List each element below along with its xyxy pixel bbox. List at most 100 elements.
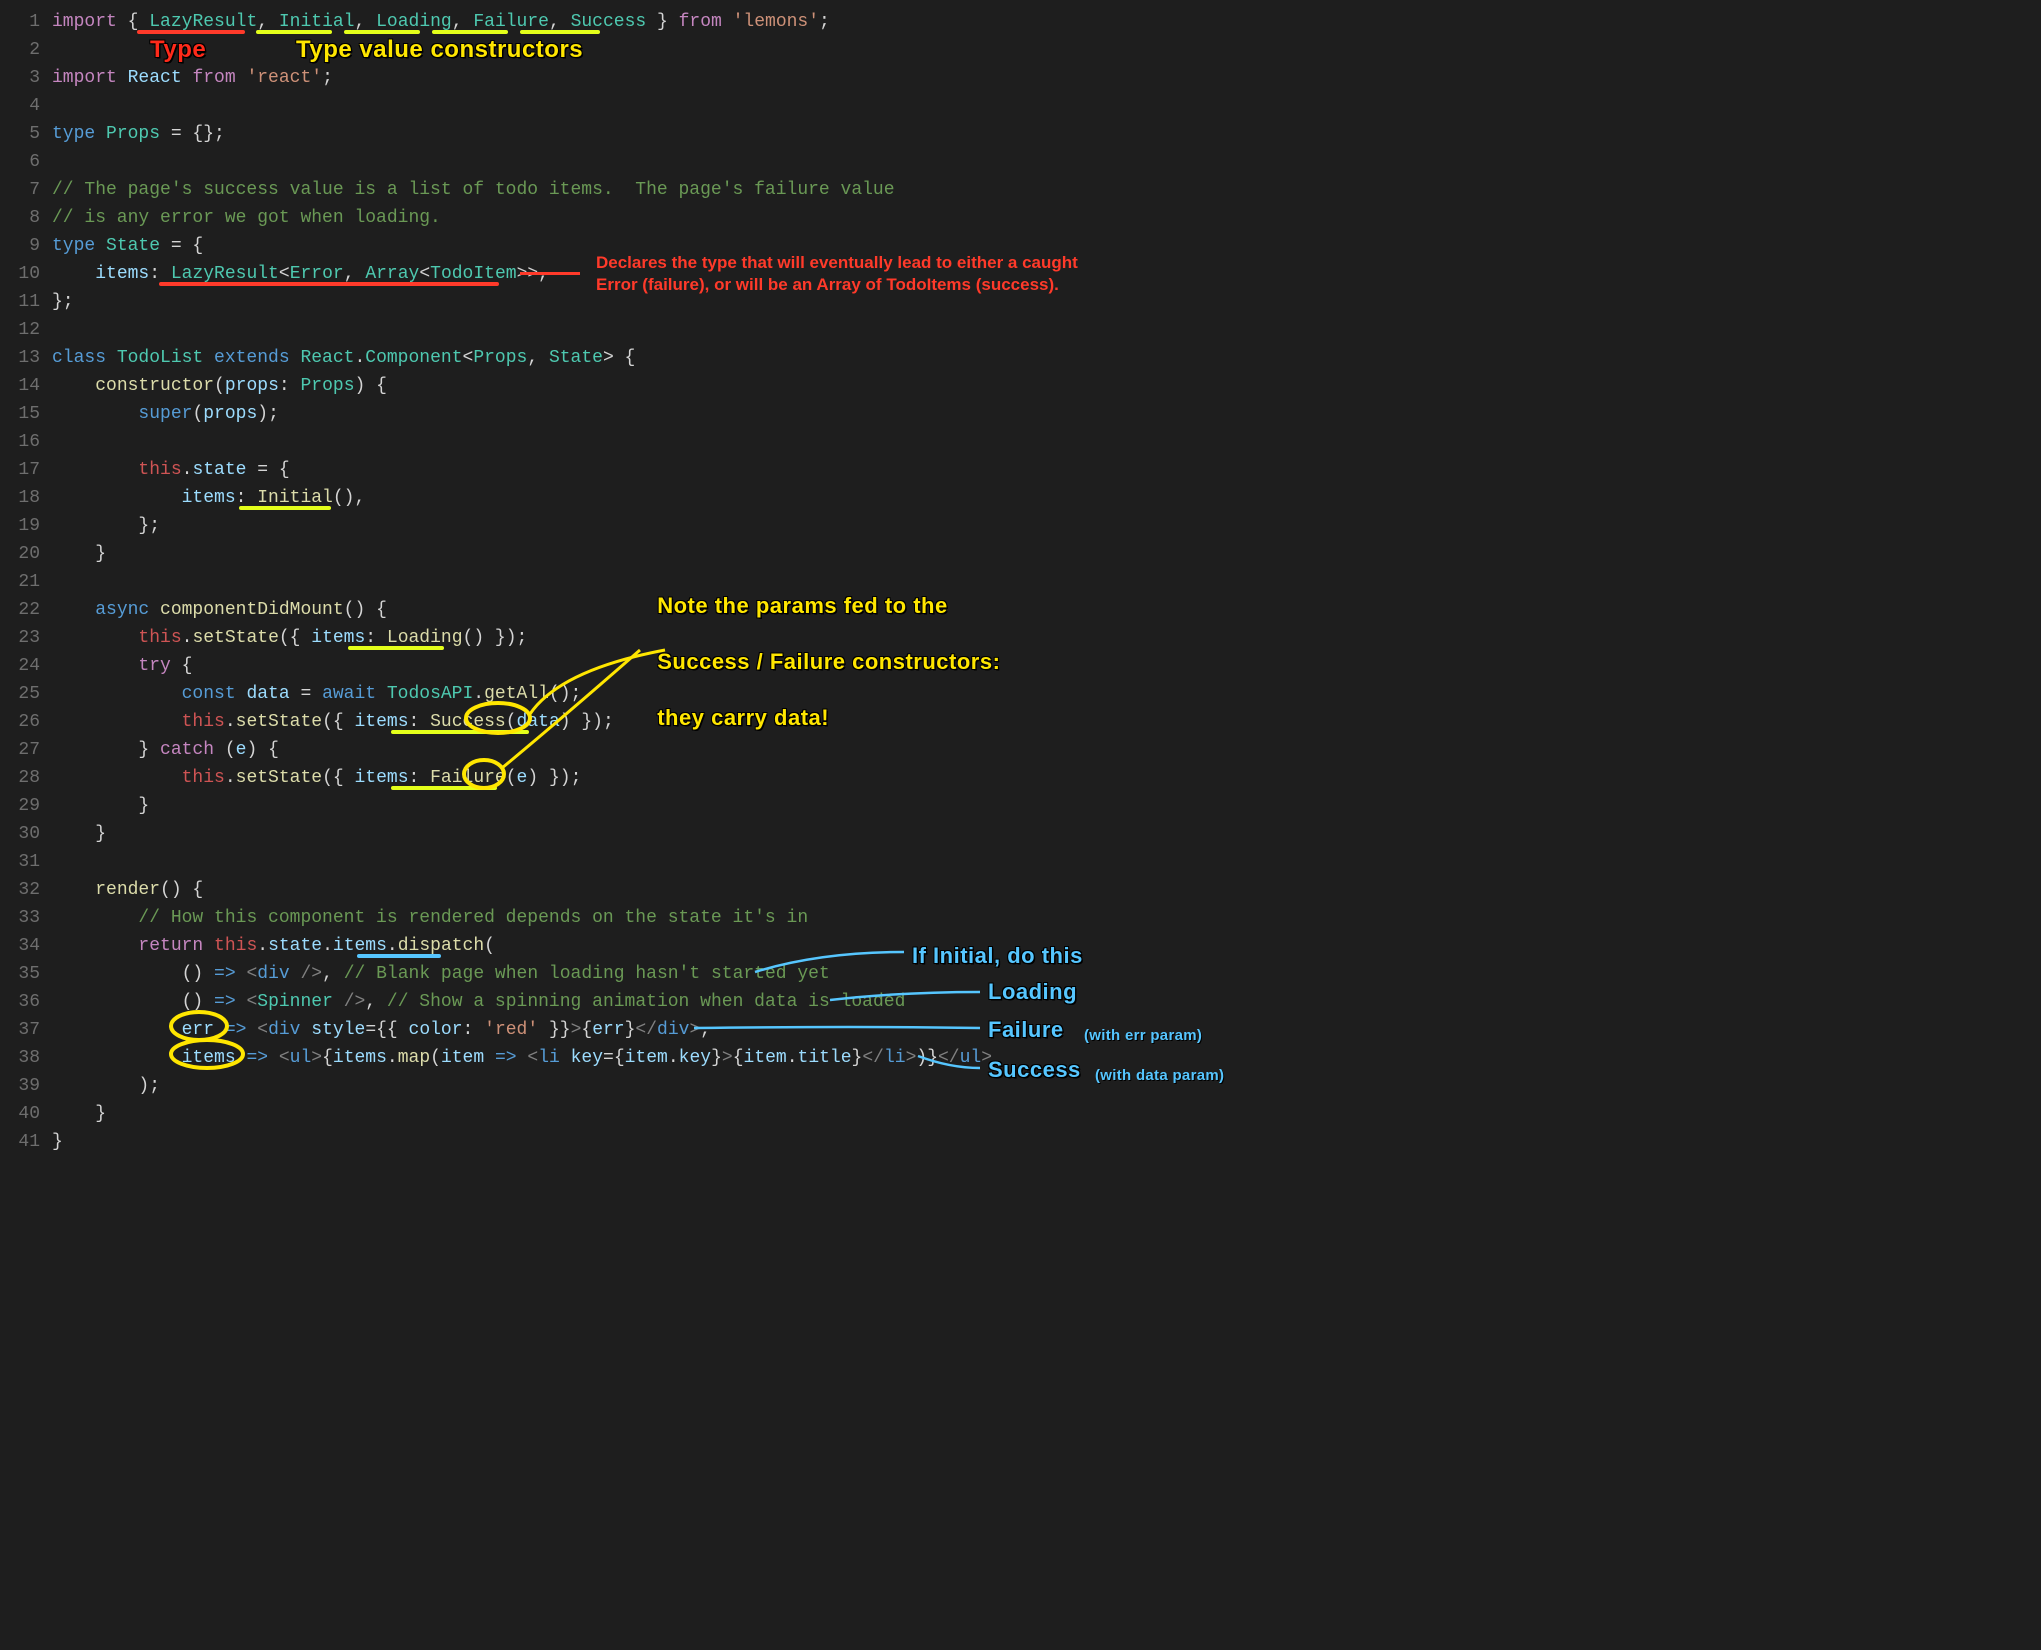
code-line[interactable]: import React from 'react'; bbox=[52, 64, 2041, 92]
underline-dispatch bbox=[357, 954, 441, 958]
code-line[interactable]: items: Initial(), bbox=[52, 484, 2041, 512]
line-number: 4 bbox=[0, 92, 40, 120]
code-token: State bbox=[549, 348, 603, 368]
line-number: 40 bbox=[0, 1100, 40, 1128]
code-token: => bbox=[214, 992, 236, 1012]
code-token: return bbox=[138, 936, 214, 956]
code-token: ) }); bbox=[560, 712, 614, 732]
code-token bbox=[52, 880, 95, 900]
code-line[interactable]: const data = await TodosAPI.getAll(); bbox=[52, 680, 2041, 708]
code-line[interactable]: async componentDidMount() { bbox=[52, 596, 2041, 624]
code-token bbox=[52, 712, 182, 732]
code-line[interactable]: err => <div style={{ color: 'red' }}>{er… bbox=[52, 1016, 2041, 1044]
code-token: . bbox=[387, 936, 398, 956]
code-token: ) }); bbox=[527, 768, 581, 788]
code-token: : bbox=[409, 712, 431, 732]
code-token: this bbox=[214, 936, 257, 956]
code-line[interactable]: } bbox=[52, 820, 2041, 848]
code-line[interactable]: } bbox=[52, 1100, 2041, 1128]
code-token: Props bbox=[300, 376, 354, 396]
code-token: () { bbox=[160, 880, 203, 900]
line-number: 25 bbox=[0, 680, 40, 708]
code-token: ={ bbox=[603, 1048, 625, 1068]
code-token: > bbox=[722, 1048, 733, 1068]
code-token: props bbox=[203, 404, 257, 424]
code-line[interactable]: } bbox=[52, 1128, 2041, 1156]
code-line[interactable]: constructor(props: Props) { bbox=[52, 372, 2041, 400]
code-line[interactable]: class TodoList extends React.Component<P… bbox=[52, 344, 2041, 372]
line-number: 34 bbox=[0, 932, 40, 960]
line-number: 7 bbox=[0, 176, 40, 204]
code-line[interactable] bbox=[52, 148, 2041, 176]
line-number: 9 bbox=[0, 232, 40, 260]
code-token: dispatch bbox=[398, 936, 484, 956]
code-line[interactable]: render() { bbox=[52, 876, 2041, 904]
code-token: Component bbox=[365, 348, 462, 368]
code-line[interactable]: type Props = {}; bbox=[52, 120, 2041, 148]
code-token: setState bbox=[236, 768, 322, 788]
line-number: 21 bbox=[0, 568, 40, 596]
code-token: }} bbox=[538, 1020, 570, 1040]
code-token: { bbox=[581, 1020, 592, 1040]
code-line[interactable]: this.setState({ items: Success(data) }); bbox=[52, 708, 2041, 736]
code-token: ; bbox=[322, 68, 333, 88]
code-token: ({ bbox=[279, 628, 311, 648]
code-line[interactable]: ); bbox=[52, 1072, 2041, 1100]
code-line[interactable]: () => <Spinner />, // Show a spinning an… bbox=[52, 988, 2041, 1016]
line-number: 13 bbox=[0, 344, 40, 372]
line-number: 30 bbox=[0, 820, 40, 848]
code-token: items bbox=[95, 264, 149, 284]
code-line[interactable]: super(props); bbox=[52, 400, 2041, 428]
code-token bbox=[52, 768, 182, 788]
code-line[interactable]: // How this component is rendered depend… bbox=[52, 904, 2041, 932]
code-line[interactable]: } bbox=[52, 792, 2041, 820]
code-token: { bbox=[322, 1048, 333, 1068]
code-line[interactable] bbox=[52, 568, 2041, 596]
code-line[interactable]: } catch (e) { bbox=[52, 736, 2041, 764]
code-token: items bbox=[333, 1048, 387, 1068]
code-token: ul bbox=[960, 1048, 982, 1068]
code-token: from bbox=[192, 68, 246, 88]
code-token: < bbox=[279, 264, 290, 284]
code-editor[interactable]: 1234567891011121314151617181920212223242… bbox=[0, 0, 2041, 1168]
code-line[interactable]: } bbox=[52, 540, 2041, 568]
code-line[interactable]: items => <ul>{items.map(item => <li key=… bbox=[52, 1044, 2041, 1072]
line-number: 37 bbox=[0, 1016, 40, 1044]
code-line[interactable] bbox=[52, 428, 2041, 456]
code-token: => bbox=[246, 1048, 268, 1068]
code-line[interactable]: return this.state.items.dispatch( bbox=[52, 932, 2041, 960]
code-line[interactable] bbox=[52, 92, 2041, 120]
code-line[interactable]: // is any error we got when loading. bbox=[52, 204, 2041, 232]
code-token: err bbox=[592, 1020, 624, 1040]
line-number: 19 bbox=[0, 512, 40, 540]
code-line[interactable]: }; bbox=[52, 512, 2041, 540]
code-token: } bbox=[852, 1048, 863, 1068]
code-token: React bbox=[300, 348, 354, 368]
code-token: class bbox=[52, 348, 117, 368]
code-token: } bbox=[52, 544, 106, 564]
code-line[interactable]: () => <div />, // Blank page when loadin… bbox=[52, 960, 2041, 988]
code-token: catch bbox=[160, 740, 225, 760]
code-token: Loading bbox=[376, 12, 452, 32]
code-token: ul bbox=[290, 1048, 312, 1068]
code-token: try bbox=[138, 656, 181, 676]
underline-loading-call bbox=[348, 646, 444, 650]
code-line[interactable] bbox=[52, 36, 2041, 64]
code-token: ) { bbox=[355, 376, 387, 396]
code-token: componentDidMount bbox=[160, 600, 344, 620]
code-token: items bbox=[333, 936, 387, 956]
line-number: 36 bbox=[0, 988, 40, 1016]
code-token: ; bbox=[819, 12, 830, 32]
code-token: : bbox=[409, 768, 431, 788]
code-line[interactable] bbox=[52, 316, 2041, 344]
code-token: Failure bbox=[473, 12, 549, 32]
code-line[interactable] bbox=[52, 848, 2041, 876]
code-line[interactable]: // The page's success value is a list of… bbox=[52, 176, 2041, 204]
code-line[interactable]: this.setState({ items: Failure(e) }); bbox=[52, 764, 2041, 792]
code-line[interactable]: try { bbox=[52, 652, 2041, 680]
line-number: 27 bbox=[0, 736, 40, 764]
code-line[interactable]: this.state = { bbox=[52, 456, 2041, 484]
code-token: items bbox=[182, 1048, 247, 1068]
code-area[interactable]: import { LazyResult, Initial, Loading, F… bbox=[52, 8, 2041, 1156]
code-token: () { bbox=[344, 600, 387, 620]
